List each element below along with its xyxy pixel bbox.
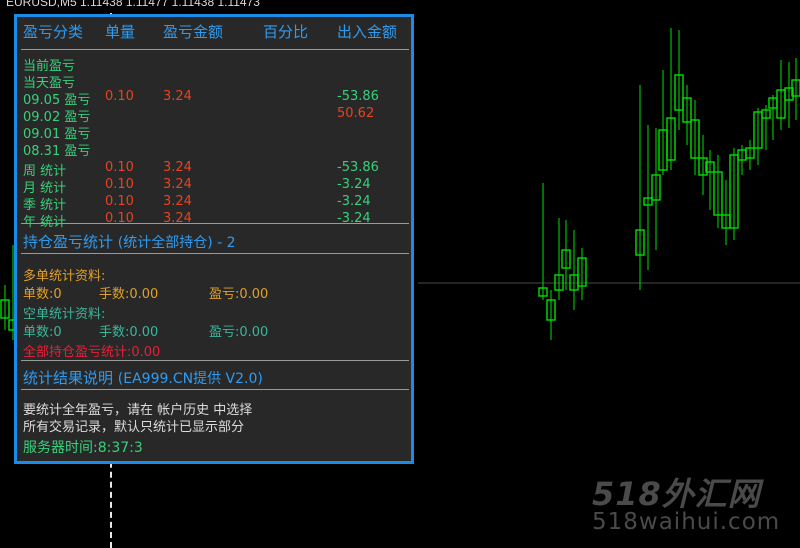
position-section-separator-top [21, 223, 409, 224]
column-header-flow: 出入金额 [337, 21, 397, 42]
watermark: 518外汇网 518waihui.com [592, 478, 780, 534]
watermark-url-text: 518waihui.com [592, 511, 780, 534]
table-row: 季 统计0.103.24-3.24 [17, 194, 411, 210]
row-profit: 3.24 [163, 160, 192, 175]
position-section-title-sub: (统计全部持仓) - 2 [118, 235, 236, 251]
row-category: 年 统计 [23, 211, 66, 230]
total-positions-profit-text: 全部持仓盈亏统计:0.00 [23, 341, 160, 360]
row-flow: -3.24 [337, 194, 371, 209]
statistics-table-header: 盈亏分类 单量 盈亏金额 百分比 出入金额 [17, 21, 411, 47]
short-lots: 手数:0.00 [99, 321, 158, 340]
row-category: 08.31 盈亏 [23, 140, 90, 159]
position-section-title: 持仓盈亏统计 (统计全部持仓) - 2 [23, 231, 236, 252]
short-count: 单数:0 [23, 321, 62, 340]
column-header-lots: 单量 [105, 21, 135, 42]
table-row: 09.05 盈亏0.103.24-53.86 [17, 89, 411, 105]
long-heading-text: 多单统计资料: [23, 265, 105, 284]
table-row: 年 统计0.103.24-3.24 [17, 211, 411, 227]
explain-section-separator-bottom [21, 389, 409, 390]
position-section-title-main: 持仓盈亏统计 [23, 233, 113, 251]
explain-section-title-main: 统计结果说明 [23, 369, 113, 387]
header-separator [21, 49, 409, 50]
row-lots: 0.10 [105, 160, 134, 175]
table-row: 09.01 盈亏 [17, 123, 411, 139]
row-flow: -3.24 [337, 177, 371, 192]
table-row: 周 统计0.103.24-53.86 [17, 160, 411, 176]
row-profit: 3.24 [163, 194, 192, 209]
symbol-quote-text: EURUSD,M5 1.11438 1.11477 1.11438 1.1147… [6, 0, 260, 9]
short-heading-text: 空单统计资料: [23, 303, 105, 322]
watermark-brand-text: 518外汇网 [592, 478, 780, 510]
row-profit: 3.24 [163, 89, 192, 104]
row-flow: 50.62 [337, 106, 374, 121]
table-row: 月 统计0.103.24-3.24 [17, 177, 411, 193]
row-flow: -53.86 [337, 89, 379, 104]
long-count: 单数:0 [23, 283, 62, 302]
symbol-quote-strip: EURUSD,M5 1.11438 1.11477 1.11438 1.1147… [0, 0, 800, 13]
row-flow: -53.86 [337, 160, 379, 175]
row-profit: 3.24 [163, 177, 192, 192]
table-row: 09.02 盈亏50.62 [17, 106, 411, 122]
explain-section-separator-top [21, 360, 409, 361]
row-lots: 0.10 [105, 194, 134, 209]
explain-note-line-2: 所有交易记录，默认只统计已显示部分 [23, 416, 244, 435]
table-row: 08.31 盈亏 [17, 140, 411, 156]
server-time-label: 服务器时间:8:37:3 [23, 437, 143, 457]
row-lots: 0.10 [105, 177, 134, 192]
position-section-separator-bottom [21, 253, 409, 254]
explain-section-title-sub: (EA999.CN提供 V2.0) [118, 371, 263, 387]
explain-section-title: 统计结果说明 (EA999.CN提供 V2.0) [23, 367, 263, 388]
long-profit: 盈亏:0.00 [209, 283, 268, 302]
short-profit: 盈亏:0.00 [209, 321, 268, 340]
column-header-profit: 盈亏金额 [163, 21, 223, 42]
column-header-category: 盈亏分类 [23, 21, 83, 42]
profit-statistics-panel[interactable]: 盈亏分类 单量 盈亏金额 百分比 出入金额 当前盈亏当天盈亏09.05 盈亏0.… [14, 14, 414, 464]
long-lots: 手数:0.00 [99, 283, 158, 302]
column-header-percent: 百分比 [263, 21, 308, 42]
table-row: 当前盈亏 [17, 55, 411, 71]
row-lots: 0.10 [105, 89, 134, 104]
table-row: 当天盈亏 [17, 72, 411, 88]
